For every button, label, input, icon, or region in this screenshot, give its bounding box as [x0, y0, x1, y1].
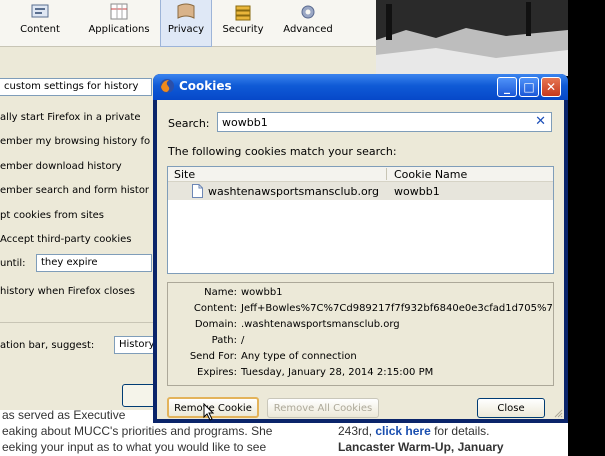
minimize-button[interactable]: _: [497, 77, 517, 97]
accept-cookies-option[interactable]: pt cookies from sites: [0, 210, 104, 221]
tab-security[interactable]: Security: [214, 0, 272, 46]
keep-until-value: they expire: [41, 257, 98, 268]
content-icon: [31, 4, 49, 18]
location-bar-select[interactable]: History: [114, 336, 155, 354]
tab-content-label: Content: [20, 24, 60, 35]
detail-path-value: /: [241, 335, 245, 346]
search-label: Search:: [168, 117, 210, 130]
detail-expires-row: Expires: Tuesday, January 28, 2014 2:15:0…: [168, 367, 553, 378]
tab-applications-label: Applications: [88, 24, 150, 35]
web-text-line2: eaking about MUCC's priorities and progr…: [2, 424, 273, 438]
dialog-body: Search: wowbb1 ✕ The following cookies m…: [157, 100, 564, 421]
tab-advanced[interactable]: Advanced: [276, 0, 340, 46]
keep-until-label: until:: [0, 258, 26, 269]
snow-scene-image: [376, 0, 568, 76]
close-label: Close: [497, 403, 525, 414]
firefox-icon: [160, 79, 174, 93]
clear-history-option[interactable]: history when Firefox closes: [0, 286, 135, 297]
detail-domain-row: Domain: .washtenawsportsmansclub.org: [168, 319, 553, 330]
tab-privacy-label: Privacy: [167, 24, 205, 35]
cookie-list[interactable]: Site Cookie Name washtenawsportsmansclub…: [167, 166, 554, 274]
detail-sendfor-row: Send For: Any type of connection: [168, 351, 553, 362]
black-margin: [568, 0, 605, 456]
mouse-cursor-icon: [203, 403, 215, 421]
search-value: wowbb1: [222, 116, 268, 129]
privacy-icon: [177, 3, 195, 19]
location-bar-label: ation bar, suggest:: [0, 340, 95, 351]
options-toolbar: Content Applications Privacy Security Ad…: [0, 0, 376, 47]
search-input[interactable]: wowbb1 ✕: [217, 112, 552, 132]
clear-search-icon[interactable]: ✕: [535, 114, 546, 129]
remove-all-cookies-label: Remove All Cookies: [273, 403, 373, 414]
dialog-title-bar[interactable]: Cookies _ □ ✕: [153, 74, 568, 100]
maximize-button[interactable]: □: [519, 77, 539, 97]
web-text-line1: as served as Executive: [2, 408, 126, 422]
tab-security-label: Security: [222, 24, 264, 35]
detail-domain-value: .washtenawsportsmansclub.org: [241, 319, 400, 330]
applications-icon: [110, 3, 128, 20]
cookie-list-header: Site Cookie Name: [168, 167, 553, 182]
security-icon: [235, 5, 251, 21]
detail-name-value: wowbb1: [241, 287, 283, 298]
minimize-icon: _: [504, 80, 510, 94]
options-ok-button[interactable]: [122, 384, 156, 407]
history-mode-value: custom settings for history: [4, 81, 139, 92]
click-here-link[interactable]: click here: [375, 424, 430, 438]
close-button[interactable]: Close: [477, 398, 545, 418]
close-window-button[interactable]: ✕: [541, 77, 561, 97]
detail-content-value: Jeff+Bowles%7C%7Cd989217f7f932bf6840e0e3…: [241, 303, 554, 314]
location-bar-value: History: [119, 339, 155, 350]
dialog-title: Cookies: [179, 79, 232, 93]
browsing-history-option[interactable]: ember my browsing history fo: [0, 136, 150, 147]
table-row[interactable]: washtenawsportsmansclub.org wowbb1: [168, 182, 553, 200]
web-right-prefix: 243rd,: [338, 424, 373, 438]
snow-photo: [376, 0, 568, 76]
tab-applications[interactable]: Applications: [80, 0, 158, 46]
detail-path-label: Path:: [211, 335, 237, 346]
tab-content[interactable]: Content: [0, 0, 80, 46]
cookies-dialog: Cookies _ □ ✕ Search: wowbb1 ✕ The follo…: [153, 74, 568, 423]
web-right-line2: Lancaster Warm-Up, January: [338, 440, 504, 454]
detail-sendfor-value: Any type of connection: [241, 351, 357, 362]
remove-all-cookies-button[interactable]: Remove All Cookies: [267, 398, 379, 418]
detail-expires-value: Tuesday, January 28, 2014 2:15:00 PM: [241, 367, 434, 378]
page-icon: [192, 184, 203, 198]
download-history-option[interactable]: ember download history: [0, 161, 122, 172]
third-party-cookies-option[interactable]: Accept third-party cookies: [0, 234, 131, 245]
detail-content-label: Content:: [193, 303, 237, 314]
detail-content-row: Content: Jeff+Bowles%7C%7Cd989217f7f932bf…: [168, 303, 554, 314]
private-browsing-option[interactable]: ally start Firefox in a private: [0, 112, 140, 123]
detail-name-label: Name:: [204, 287, 237, 298]
tab-privacy[interactable]: Privacy: [160, 0, 212, 47]
match-text: The following cookies match your search:: [168, 145, 397, 158]
web-text-line3: eeking your input as to what you would l…: [2, 440, 267, 454]
keep-until-select[interactable]: they expire: [36, 254, 152, 272]
cookie-site-cell: washtenawsportsmansclub.org: [208, 185, 379, 198]
cookie-name-cell: wowbb1: [394, 185, 440, 198]
tab-advanced-label: Advanced: [283, 24, 333, 35]
detail-domain-label: Domain:: [194, 319, 237, 330]
web-right-line1: 243rd, click here for details.: [338, 424, 489, 438]
detail-path-row: Path: /: [168, 335, 553, 346]
detail-sendfor-label: Send For:: [189, 351, 237, 362]
advanced-icon: [301, 5, 315, 19]
form-history-option[interactable]: ember search and form histor: [0, 185, 149, 196]
maximize-icon: □: [523, 80, 535, 94]
detail-expires-label: Expires:: [197, 367, 237, 378]
history-mode-select[interactable]: custom settings for history: [0, 78, 152, 96]
close-icon: ✕: [545, 80, 557, 94]
resize-grip-icon[interactable]: [554, 409, 563, 418]
site-column-header[interactable]: Site: [174, 168, 195, 181]
cookie-name-column-header[interactable]: Cookie Name: [394, 168, 467, 181]
column-divider: [386, 168, 387, 180]
detail-name-row: Name: wowbb1: [168, 287, 553, 298]
cookie-details: Name: wowbb1 Content: Jeff+Bowles%7C%7Cd98…: [167, 282, 554, 386]
web-right-suffix: for details.: [434, 424, 490, 438]
